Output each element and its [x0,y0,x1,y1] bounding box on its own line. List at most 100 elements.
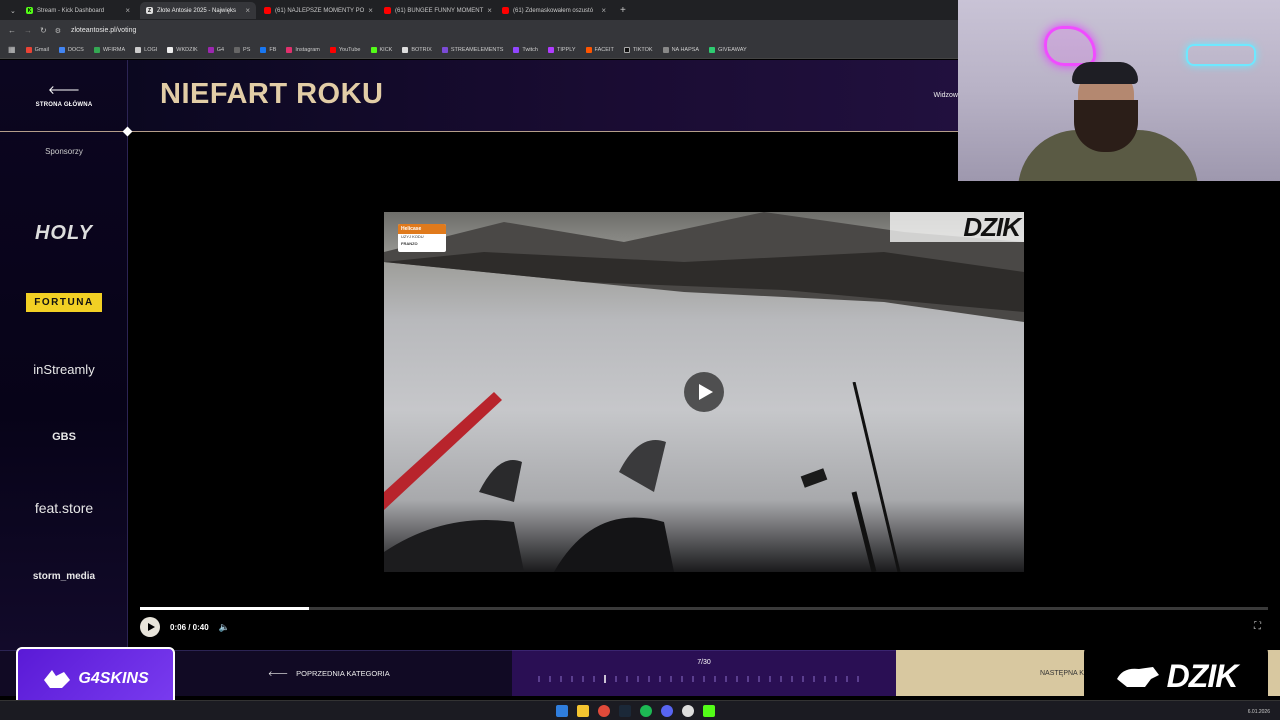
bookmark-item[interactable]: FACEIT [585,46,614,53]
next-category-label[interactable]: NASTĘPNA K [1040,670,1084,677]
youtube-icon [502,7,509,14]
bookmark-item[interactable]: FB [260,46,277,53]
wolf-icon [44,670,71,688]
sponsor-featstore[interactable]: feat.store [0,500,128,516]
reload-icon[interactable]: ↻ [40,26,47,35]
bookmark-label: WKDZIK [176,46,198,53]
bookmark-item[interactable]: TIKTOK [623,46,653,53]
close-icon[interactable]: × [368,6,373,15]
sidebar: 🡐 STRONA GŁÓWNA Sponsorzy HOLY FORTUNA i… [0,60,128,650]
discord-icon[interactable] [661,705,673,717]
bookmark-label: G4 [216,46,225,53]
bookmark-label: WFIRMA [102,46,126,53]
bookmark-item[interactable]: WFIRMA [93,46,126,53]
windows-start-icon[interactable] [556,705,568,717]
close-icon[interactable]: × [245,6,250,15]
volume-icon[interactable]: 🔈 [219,622,230,633]
home-label: STRONA GŁÓWNA [35,101,93,108]
bookmark-label: TIPPLY [557,46,576,53]
tab-youtube-3[interactable]: (61) Zdemaskowałem oszustó × [496,2,612,19]
center-play-button[interactable] [684,372,724,412]
bookmark-label: DOCS [67,46,84,53]
neon-sign-blue [1186,44,1256,66]
webcam-overlay [958,0,1280,181]
sponsor-instreamly[interactable]: inStreamly [0,362,128,377]
kick-icon[interactable] [703,705,715,717]
url-field[interactable]: zloteantosie.pl/voting [71,27,136,34]
chrome-icon[interactable] [598,705,610,717]
sponsor-fortuna[interactable]: FORTUNA [0,292,128,312]
boar-icon [1116,667,1159,687]
bookmark-item[interactable]: STREAMELEMENTS [441,46,504,53]
bookmark-item[interactable]: KICK [370,46,392,53]
home-link[interactable]: 🡐 STRONA GŁÓWNA [0,60,128,132]
header-right-text[interactable]: Widzow [933,92,958,99]
bookmark-item[interactable]: Twitch [513,46,538,53]
play-button[interactable] [140,617,160,637]
helicase-sticker: Helicase UZYJ KODU FRANZO [398,224,446,252]
new-tab-button[interactable]: + [614,2,630,19]
dzik-video-watermark: DZIK [890,212,1024,242]
obs-icon[interactable] [682,705,694,717]
tab-youtube-1[interactable]: (61) NAJLEPSZE MOMENTY PO × [258,2,374,19]
helicase-sub1: UZYJ KODU [401,234,424,239]
bookmark-label: GIVEAWAY [718,46,747,53]
close-icon[interactable]: × [601,6,606,15]
sponsor-holy[interactable]: HOLY [0,222,128,245]
prev-category-label: POPRZEDNIA KATEGORIA [296,669,390,678]
bookmark-item[interactable]: GIVEAWAY [709,46,747,53]
bookmark-label: YouTube [338,46,361,53]
arrow-left-icon: 🡐 [268,669,289,678]
close-icon[interactable]: × [125,6,130,15]
category-ticks [538,675,859,683]
taskbar: 6.01.2026 [0,700,1280,720]
sponsor-gbs[interactable]: GBS [0,431,128,443]
tab-zlote-antosie[interactable]: Z Złote Antosie 2025 - Najwięks × [140,2,256,19]
category-progress: 7/30 [512,650,896,696]
bookmark-label: BOTRIX [411,46,432,53]
tab-kick-dashboard[interactable]: K Stream - Kick Dashboard × [20,2,136,19]
tab-youtube-2[interactable]: (61) BUNGEE FUNNY MOMENT × [378,2,494,19]
video-player[interactable]: Helicase UZYJ KODU FRANZO DZIK [384,212,1024,572]
bookmark-label: FB [269,46,277,53]
bookmark-item[interactable]: TIPPLY [548,46,576,53]
bookmark-item[interactable]: LOGI [135,46,158,53]
spotify-icon[interactable] [640,705,652,717]
bookmark-item[interactable]: Gmail [25,46,49,53]
tab-title: Złote Antosie 2025 - Najwięks [157,7,237,14]
forward-icon[interactable]: → [24,26,32,35]
streamer-hat [1072,62,1138,84]
bookmark-item[interactable]: YouTube [329,46,361,53]
bookmark-label: STREAMELEMENTS [450,46,504,53]
tab-title: (61) NAJLEPSZE MOMENTY PO [275,7,365,14]
kick-icon: K [26,7,33,14]
prev-category-button[interactable]: 🡐 POPRZEDNIA KATEGORIA [268,669,390,678]
bookmark-label: TIKTOK [632,46,653,53]
video-progress-fill [140,607,310,610]
bookmark-label: Instagram [295,46,320,53]
bookmark-item[interactable]: G4 [207,46,225,53]
video-controls: 0:06 / 0:40 🔈 [140,617,230,637]
bookmark-label: NA HAPSA [671,46,700,53]
apps-icon[interactable]: ▦ [8,45,16,54]
bookmark-item[interactable]: WKDZIK [167,46,198,53]
bookmark-item[interactable]: BOTRIX [402,46,432,53]
tab-list-button[interactable]: ⌄ [4,2,16,19]
bookmark-item[interactable]: DOCS [58,46,84,53]
steam-icon[interactable] [619,705,631,717]
file-explorer-icon[interactable] [577,705,589,717]
bookmark-label: LOGI [144,46,158,53]
bookmark-label: FACEIT [594,46,614,53]
site-info-icon[interactable]: ⚙ [55,27,61,35]
close-icon[interactable]: × [487,6,492,15]
back-icon[interactable]: ← [8,26,16,35]
bookmark-item[interactable]: NA HAPSA [662,46,700,53]
sponsor-stormmedia[interactable]: storm_media [0,571,128,582]
fullscreen-icon[interactable]: ⛶ [1254,621,1261,632]
g4skins-text: G4SKINS [78,670,149,687]
video-progress-bar[interactable] [140,607,1268,610]
bookmark-item[interactable]: PS [234,46,250,53]
bookmark-label: Twitch [522,46,538,53]
bookmark-item[interactable]: Instagram [286,46,320,53]
bookmark-label: Gmail [34,46,49,53]
